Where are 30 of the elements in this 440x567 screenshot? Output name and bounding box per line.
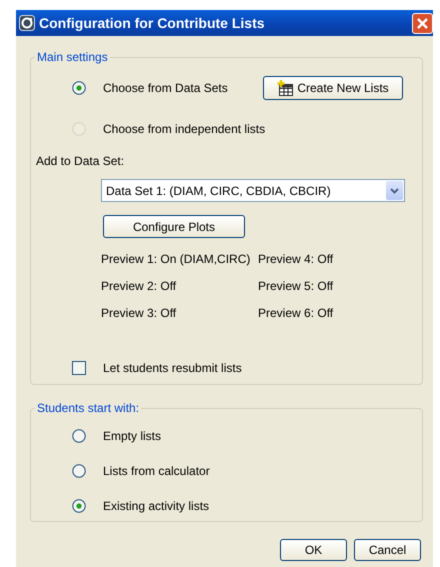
option-label: Existing activity lists xyxy=(103,499,210,513)
window-title: Configuration for Contribute Lists xyxy=(39,14,265,33)
configure-plots-button[interactable]: Configure Plots xyxy=(103,215,245,238)
preview-status: Preview 4: Off xyxy=(258,252,334,268)
group-legend: Students start with: xyxy=(35,401,142,415)
dialog-button[interactable]: Cancel xyxy=(354,539,421,561)
radio-button[interactable] xyxy=(72,499,86,513)
option-label: Let students resubmit lists xyxy=(103,361,242,375)
option-label: Choose from Data Sets xyxy=(103,81,228,95)
preview-status: Preview 5: Off xyxy=(258,279,334,295)
option-label: Lists from calculator xyxy=(103,464,210,478)
radio-button[interactable] xyxy=(72,81,86,95)
checkbox[interactable] xyxy=(72,361,86,375)
close-icon xyxy=(417,18,428,28)
preview-status: Preview 2: Off xyxy=(101,279,178,295)
option-label: Empty lists xyxy=(103,429,162,443)
radio-button[interactable] xyxy=(72,464,86,478)
dialog-button[interactable]: OK xyxy=(280,539,347,561)
create-new-lists-button[interactable]: Create New Lists xyxy=(263,76,403,100)
app-icon xyxy=(19,15,35,31)
preview-status: Preview 6: Off xyxy=(258,306,334,322)
group-legend: Main settings xyxy=(35,50,110,64)
option-label: Choose from independent lists xyxy=(103,122,266,136)
close-button[interactable] xyxy=(412,12,433,34)
radio-button[interactable] xyxy=(72,429,86,443)
add-table-icon xyxy=(277,80,294,96)
preview-status: Preview 1: On (DIAM,CIRC) xyxy=(101,252,252,268)
field-label: Add to Data Set: xyxy=(36,154,126,168)
data-set-dropdown[interactable]: Data Set 1: (DIAM, CIRC, CBDIA, CBCIR) xyxy=(101,179,405,202)
preview-status: Preview 3: Off xyxy=(101,306,178,322)
